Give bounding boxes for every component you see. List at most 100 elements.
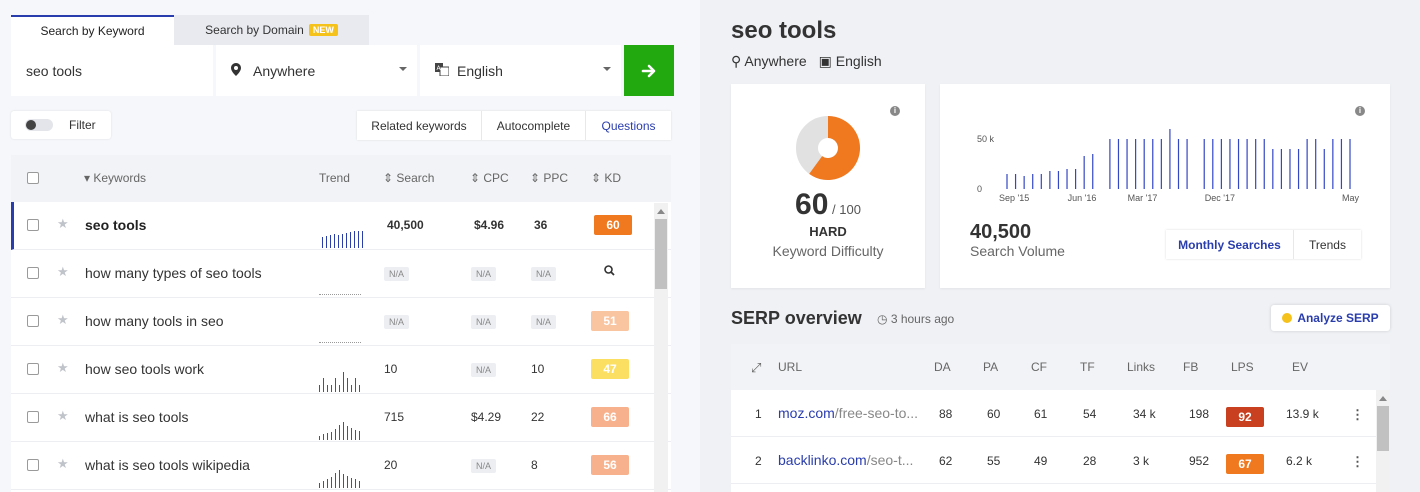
trend-bar bbox=[339, 385, 340, 392]
header-kd[interactable]: ⇕ KD bbox=[591, 171, 621, 185]
star-icon[interactable]: ★ bbox=[57, 264, 69, 280]
search-go-button[interactable] bbox=[624, 45, 674, 96]
header-ev: EV bbox=[1292, 360, 1309, 374]
y-tick-label: 0 bbox=[977, 184, 982, 194]
expand-icon[interactable]: ⤢ bbox=[751, 360, 761, 376]
cpc-value: N/A bbox=[471, 458, 497, 473]
serp-fb: 198 bbox=[1189, 407, 1210, 421]
more-options-icon[interactable]: ⋮ bbox=[1351, 407, 1364, 423]
trend-bar bbox=[346, 233, 347, 248]
star-icon[interactable]: ★ bbox=[57, 216, 69, 232]
tab-search-by-keyword[interactable]: Search by Keyword bbox=[11, 15, 174, 45]
scroll-up-icon[interactable] bbox=[657, 209, 665, 214]
row-checkbox[interactable] bbox=[27, 411, 39, 423]
filter-button[interactable]: Filter bbox=[11, 111, 111, 139]
kd-badge: 56 bbox=[591, 455, 629, 475]
y-tick-label: 50 k bbox=[977, 134, 995, 144]
row-checkbox[interactable] bbox=[27, 363, 39, 375]
trend-bar bbox=[347, 426, 348, 440]
difficulty-label: Keyword Difficulty bbox=[772, 243, 884, 259]
analyze-serp-button[interactable]: Analyze SERP bbox=[1271, 305, 1390, 331]
scroll-thumb[interactable] bbox=[655, 219, 667, 289]
keyword-input[interactable]: seo tools bbox=[11, 45, 213, 96]
row-checkbox[interactable] bbox=[27, 267, 39, 279]
serp-scrollbar[interactable] bbox=[1376, 390, 1390, 492]
star-icon[interactable]: ★ bbox=[57, 456, 69, 472]
tab-trends[interactable]: Trends bbox=[1294, 230, 1361, 259]
header-ppc[interactable]: ⇕ PPC bbox=[530, 171, 568, 185]
scroll-up-icon[interactable] bbox=[1379, 396, 1387, 401]
row-checkbox[interactable] bbox=[27, 315, 39, 327]
filter-toggle[interactable] bbox=[25, 119, 53, 131]
x-tick-label: Dec '17 bbox=[1205, 193, 1235, 203]
keyword-text[interactable]: how many types of seo tools bbox=[85, 265, 262, 281]
serp-rank: 1 bbox=[755, 407, 762, 421]
trend-sparkline bbox=[319, 420, 361, 440]
search-icon[interactable] bbox=[604, 264, 615, 279]
trend-bar bbox=[343, 372, 344, 392]
table-scrollbar[interactable] bbox=[654, 203, 668, 492]
lps-badge: 92 bbox=[1226, 407, 1264, 427]
serp-url[interactable]: backlinko.com/seo-t... bbox=[778, 452, 913, 468]
header-cpc[interactable]: ⇕ CPC bbox=[470, 171, 509, 185]
tab-questions[interactable]: Questions bbox=[586, 111, 671, 140]
tab-autocomplete[interactable]: Autocomplete bbox=[482, 111, 586, 140]
page-title: seo tools bbox=[731, 17, 837, 44]
serp-row: 1 moz.com/free-seo-to... 88 60 61 54 34 k 198 92… bbox=[731, 390, 1390, 437]
more-options-icon[interactable]: ⋮ bbox=[1351, 454, 1364, 470]
table-row[interactable]: ★ how many tools in seo N/A N/A N/A 51 bbox=[11, 298, 671, 346]
kd-badge: 51 bbox=[591, 311, 629, 331]
trend-sparkline bbox=[319, 468, 361, 488]
info-icon[interactable]: i bbox=[890, 106, 900, 116]
trend-bar bbox=[350, 232, 351, 248]
keyword-text[interactable]: how many tools in seo bbox=[85, 313, 224, 329]
trend-bar bbox=[359, 481, 360, 488]
search-volume-card: i 50 k0Sep '15Jun '16Mar '17Dec '17May '… bbox=[940, 84, 1390, 288]
serp-tf: 28 bbox=[1083, 454, 1097, 468]
trend-sparkline bbox=[319, 372, 361, 392]
tab-monthly-searches[interactable]: Monthly Searches bbox=[1166, 230, 1294, 259]
table-row[interactable]: ★ how many types of seo tools N/A N/A N/A bbox=[11, 250, 671, 298]
star-icon[interactable]: ★ bbox=[57, 312, 69, 328]
cpc-value: $4.96 bbox=[474, 218, 505, 232]
search-mode-tabs: Search by Keyword Search by Domain NEW bbox=[11, 15, 369, 45]
trend-bar bbox=[355, 479, 356, 488]
trend-bar bbox=[327, 479, 328, 488]
header-links: Links bbox=[1127, 360, 1156, 374]
search-volume: N/A bbox=[384, 266, 410, 281]
difficulty-level: HARD bbox=[809, 224, 847, 239]
keyword-text[interactable]: seo tools bbox=[85, 217, 146, 233]
tab-related-keywords[interactable]: Related keywords bbox=[357, 111, 482, 140]
language-select[interactable]: A English bbox=[420, 45, 621, 96]
location-select[interactable]: Anywhere bbox=[216, 45, 417, 96]
trend-bar bbox=[335, 473, 336, 488]
keyword-text[interactable]: what is seo tools bbox=[85, 409, 189, 425]
star-icon[interactable]: ★ bbox=[57, 360, 69, 376]
keyword-text[interactable]: how seo tools work bbox=[85, 361, 204, 377]
table-row[interactable]: ★ what is seo tools 715 $4.29 22 66 bbox=[11, 394, 671, 442]
select-all-checkbox[interactable] bbox=[27, 172, 39, 184]
tab-search-by-domain[interactable]: Search by Domain NEW bbox=[174, 15, 369, 45]
header-keywords[interactable]: ▾ Keywords bbox=[84, 171, 146, 185]
serp-url[interactable]: moz.com/free-seo-to... bbox=[778, 405, 918, 421]
table-row[interactable]: ★ how seo tools work 10 N/A 10 47 bbox=[11, 346, 671, 394]
x-tick-label: Sep '15 bbox=[999, 193, 1029, 203]
trend-bar bbox=[351, 385, 352, 392]
header-da: DA bbox=[934, 360, 951, 374]
trend-bar bbox=[319, 385, 320, 392]
table-row[interactable]: ★ what is seo tools wikipedia 20 N/A 8 56 bbox=[11, 442, 671, 490]
ppc-value: N/A bbox=[531, 266, 557, 281]
scroll-thumb[interactable] bbox=[1377, 406, 1389, 451]
serp-ev: 6.2 k bbox=[1286, 454, 1313, 468]
trend-bar bbox=[322, 237, 323, 248]
table-row[interactable]: ★ seo tools 40,500 $4.96 36 60 bbox=[11, 202, 671, 250]
serp-fb: 952 bbox=[1189, 454, 1210, 468]
serp-overview-title: SERP overview bbox=[731, 308, 862, 328]
row-checkbox[interactable] bbox=[27, 219, 39, 231]
row-checkbox[interactable] bbox=[27, 459, 39, 471]
keyword-text[interactable]: what is seo tools wikipedia bbox=[85, 457, 250, 473]
header-search[interactable]: ⇕ Search bbox=[383, 171, 434, 185]
star-icon[interactable]: ★ bbox=[57, 408, 69, 424]
table-body: ★ seo tools 40,500 $4.96 36 60 ★ how many types… bbox=[11, 202, 671, 490]
trend-bar bbox=[355, 430, 356, 440]
